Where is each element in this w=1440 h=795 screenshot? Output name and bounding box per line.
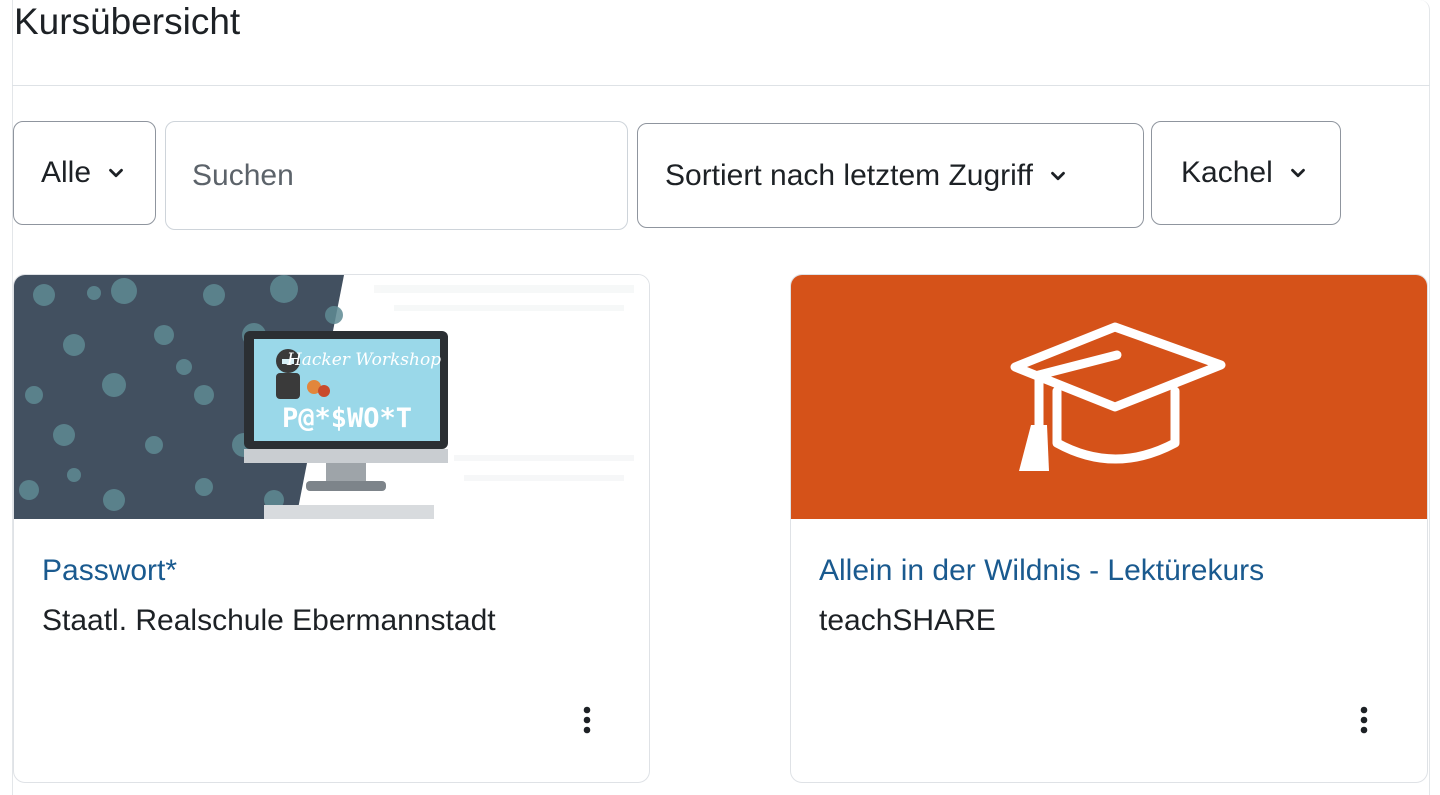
- chevron-down-icon: [1051, 171, 1065, 180]
- course-actions-button[interactable]: [567, 700, 607, 740]
- course-card-body: Passwort* Staatl. Realschule Ebermannsta…: [42, 553, 629, 639]
- course-image-illustration: Hacker Workshop P@*$WO*T: [14, 275, 649, 519]
- course-name-link[interactable]: Allein in der Wildnis - Lektürekurs: [819, 553, 1407, 589]
- header-divider: [12, 85, 1430, 86]
- kebab-menu-icon: [583, 706, 591, 734]
- view-dropdown-label: Kachel: [1181, 156, 1273, 189]
- sort-dropdown-label: Sortiert nach letztem Zugriff: [665, 158, 1033, 192]
- page-title: Kursübersicht: [14, 1, 241, 42]
- image-title: P@*$WO*T: [282, 403, 412, 434]
- search-input[interactable]: [192, 158, 627, 193]
- course-category: teachSHARE: [819, 604, 996, 637]
- sort-dropdown[interactable]: Sortiert nach letztem Zugriff: [637, 123, 1144, 228]
- course-actions-button[interactable]: [1344, 700, 1384, 740]
- kebab-menu-icon: [1360, 706, 1368, 734]
- chevron-down-icon: [1290, 168, 1305, 178]
- grouping-dropdown-label: Alle: [41, 156, 92, 189]
- grouping-dropdown[interactable]: Alle: [13, 121, 156, 225]
- course-name-link[interactable]: Passwort*: [42, 553, 629, 589]
- course-image[interactable]: [791, 275, 1427, 519]
- search-field[interactable]: [165, 121, 628, 230]
- course-category: Staatl. Realschule Ebermannstadt: [42, 604, 496, 637]
- course-card-body: Allein in der Wildnis - Lektürekurs teac…: [819, 553, 1407, 639]
- course-card: Allein in der Wildnis - Lektürekurs teac…: [790, 274, 1428, 783]
- course-card: Hacker Workshop P@*$WO*T Passwort* Staat…: [13, 274, 650, 783]
- chevron-down-icon: [109, 168, 123, 178]
- course-image[interactable]: Hacker Workshop P@*$WO*T: [14, 275, 649, 519]
- graduation-cap-icon: [1010, 322, 1226, 471]
- image-handwriting: Hacker Workshop: [286, 350, 441, 370]
- view-dropdown[interactable]: Kachel: [1151, 121, 1341, 225]
